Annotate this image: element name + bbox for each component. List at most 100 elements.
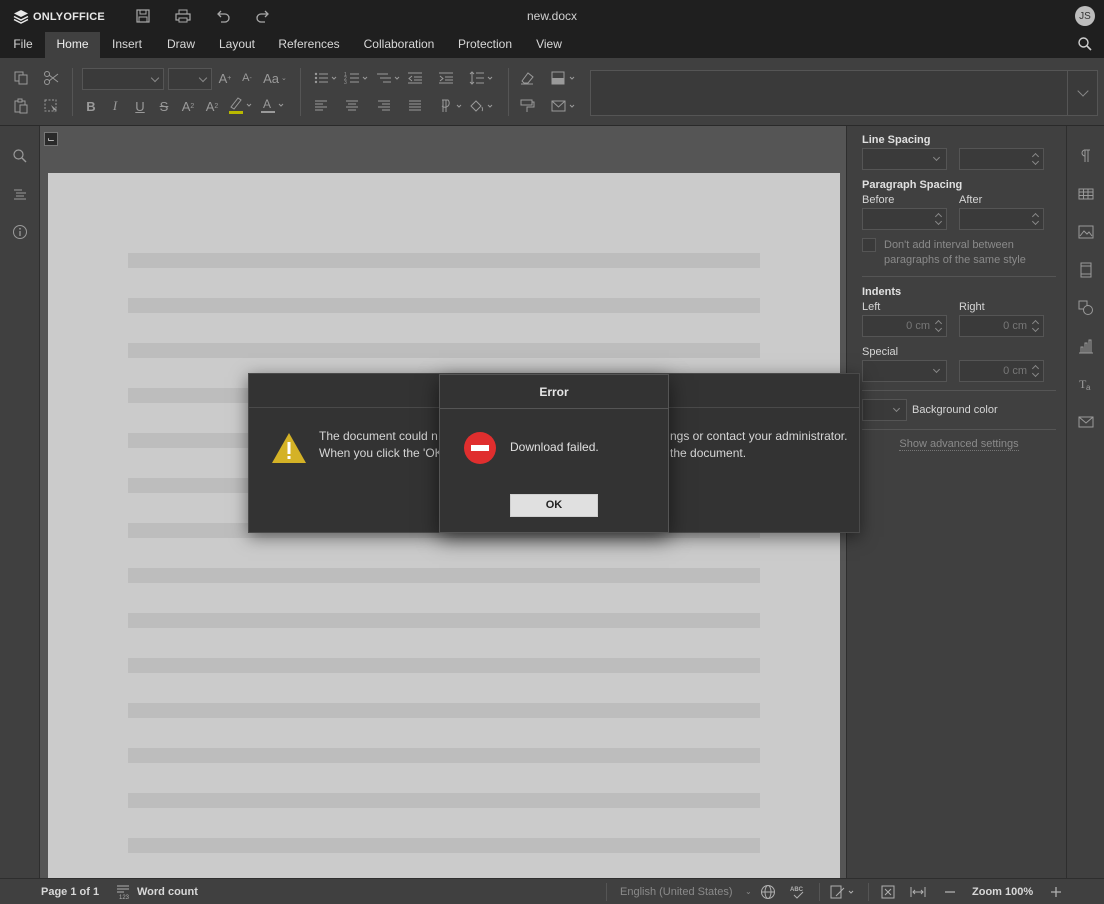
user-avatar[interactable]: JS	[1075, 6, 1095, 26]
underline-icon[interactable]: U	[131, 97, 149, 115]
decrease-font-icon[interactable]: A-	[238, 69, 256, 87]
spacing-after-input[interactable]	[959, 208, 1044, 230]
error-icon	[464, 432, 496, 464]
numbered-list-icon[interactable]: 123	[343, 69, 371, 87]
justify-icon[interactable]	[406, 97, 424, 115]
placeholder-line	[128, 703, 760, 718]
info-icon[interactable]	[12, 224, 28, 240]
tab-references[interactable]: References	[272, 32, 346, 58]
left-sidebar	[0, 126, 40, 878]
line-spacing-label: Line Spacing	[862, 134, 931, 146]
tab-file[interactable]: File	[4, 32, 42, 58]
shape-settings-icon[interactable]	[1078, 300, 1094, 316]
line-spacing-select[interactable]	[862, 148, 947, 170]
warning-text-line2-right: the document.	[670, 446, 747, 460]
background-color-picker[interactable]	[862, 399, 907, 421]
indents-label: Indents	[862, 286, 902, 298]
align-right-icon[interactable]	[375, 97, 393, 115]
globe-icon[interactable]	[760, 884, 776, 900]
indent-left-value: 0 cm	[906, 320, 930, 332]
line-spacing-icon[interactable]	[468, 69, 496, 87]
font-size-select[interactable]	[168, 68, 212, 90]
menu-tabs: File Home Insert Draw Layout References …	[0, 32, 1104, 58]
tab-collaboration[interactable]: Collaboration	[356, 32, 442, 58]
show-advanced-settings-link[interactable]: Show advanced settings	[846, 438, 1072, 451]
special-indent-select[interactable]	[862, 360, 947, 382]
indent-left-input[interactable]: 0 cm	[862, 315, 947, 337]
text-art-settings-icon[interactable]: Ta	[1078, 376, 1094, 392]
ok-button[interactable]: OK	[510, 494, 598, 517]
copy-icon[interactable]	[12, 69, 30, 87]
word-count-label[interactable]: Word count	[137, 886, 198, 898]
status-separator	[819, 883, 820, 901]
align-left-icon[interactable]	[312, 97, 330, 115]
subscript-icon[interactable]: A2	[203, 97, 221, 115]
cut-icon[interactable]	[42, 69, 60, 87]
image-settings-icon[interactable]	[1078, 224, 1094, 240]
zoom-level[interactable]: Zoom 100%	[972, 886, 1033, 898]
search-icon[interactable]	[12, 148, 28, 164]
tab-draw[interactable]: Draw	[160, 32, 202, 58]
increase-indent-icon[interactable]	[437, 69, 455, 87]
copy-style-icon[interactable]	[518, 97, 536, 115]
panel-separator	[862, 429, 1056, 430]
fit-width-icon[interactable]	[910, 884, 926, 900]
bold-icon[interactable]: B	[82, 97, 100, 115]
mail-merge-icon[interactable]	[550, 97, 578, 115]
paragraph-settings-icon[interactable]	[1078, 148, 1094, 164]
align-center-icon[interactable]	[343, 97, 361, 115]
dont-add-interval-label-line2: paragraphs of the same style	[884, 254, 1026, 266]
paragraph-shading-icon[interactable]	[468, 97, 496, 115]
tab-protection[interactable]: Protection	[452, 32, 518, 58]
change-case-icon[interactable]: Aa ⌄	[261, 69, 289, 87]
nonprinting-characters-icon[interactable]	[437, 97, 465, 115]
spacing-before-input[interactable]	[862, 208, 947, 230]
fit-page-icon[interactable]	[880, 884, 896, 900]
decrease-indent-icon[interactable]	[406, 69, 424, 87]
superscript-icon[interactable]: A2	[179, 97, 197, 115]
bullet-list-icon[interactable]	[312, 69, 340, 87]
tab-view[interactable]: View	[528, 32, 570, 58]
spellcheck-icon[interactable]: ABC	[790, 884, 806, 900]
select-all-icon[interactable]	[42, 97, 60, 115]
line-spacing-value-input[interactable]	[959, 148, 1044, 170]
styles-gallery[interactable]	[590, 70, 1098, 116]
word-count-icon[interactable]: 123	[116, 884, 132, 900]
strikethrough-icon[interactable]: S	[155, 97, 173, 115]
error-message: Download failed.	[510, 440, 599, 454]
special-indent-input[interactable]: 0 cm	[959, 360, 1044, 382]
italic-icon[interactable]: I	[106, 97, 124, 115]
multilevel-list-icon[interactable]	[375, 69, 403, 87]
tab-layout[interactable]: Layout	[212, 32, 262, 58]
tab-insert[interactable]: Insert	[104, 32, 150, 58]
search-icon[interactable]	[1077, 36, 1093, 52]
page-info[interactable]: Page 1 of 1	[41, 886, 99, 898]
mail-merge-settings-icon[interactable]	[1078, 414, 1094, 430]
track-changes-icon[interactable]	[830, 884, 858, 900]
advanced-link-text[interactable]: Show advanced settings	[899, 438, 1019, 451]
color-scheme-icon[interactable]	[550, 69, 578, 87]
increase-font-icon[interactable]: A +	[216, 69, 234, 87]
navigation-icon[interactable]	[12, 186, 28, 202]
tab-stop-selector[interactable]: ⌙	[44, 132, 58, 146]
font-name-select[interactable]	[82, 68, 164, 90]
dont-add-interval-checkbox[interactable]	[862, 238, 876, 252]
chart-settings-icon[interactable]	[1078, 338, 1094, 354]
status-bar: Page 1 of 1 123 Word count English (Unit…	[0, 878, 1104, 904]
zoom-in-icon[interactable]	[1048, 884, 1064, 900]
toolbar-separator	[508, 68, 509, 116]
highlight-color-icon[interactable]	[227, 96, 255, 114]
toolbar-separator	[72, 68, 73, 116]
zoom-out-icon[interactable]	[942, 884, 958, 900]
language-select[interactable]: English (United States)	[620, 886, 733, 898]
header-footer-settings-icon[interactable]	[1078, 262, 1094, 278]
font-color-icon[interactable]: A	[259, 96, 287, 114]
indent-right-input[interactable]: 0 cm	[959, 315, 1044, 337]
status-separator	[868, 883, 869, 901]
paste-icon[interactable]	[12, 97, 30, 115]
tab-home[interactable]: Home	[45, 32, 100, 58]
clear-style-icon[interactable]	[518, 69, 536, 87]
chevron-down-icon[interactable]: ⌄	[745, 887, 753, 903]
table-settings-icon[interactable]	[1078, 186, 1094, 202]
chevron-down-icon[interactable]	[1077, 85, 1089, 97]
